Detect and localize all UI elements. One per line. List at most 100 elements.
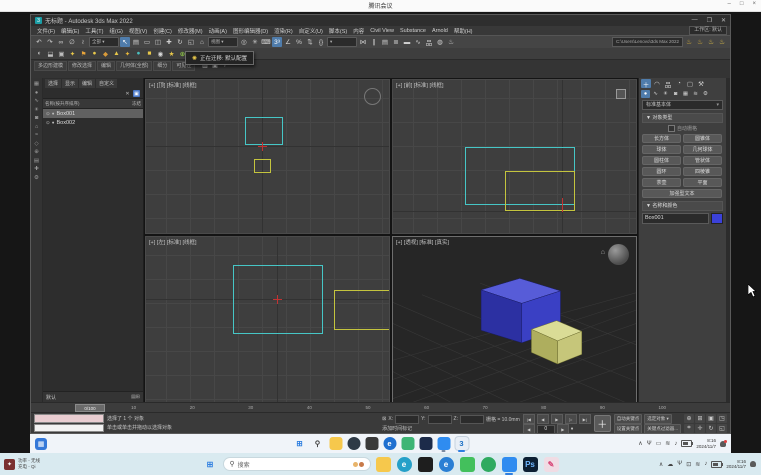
extra-tool-icon[interactable]: ★: [167, 49, 176, 58]
photoshop-app[interactable]: Ps: [523, 457, 538, 472]
key-mode-toggle-icon[interactable]: ♦: [571, 426, 574, 432]
display-shapes-icon[interactable]: ∿: [34, 99, 39, 105]
primitive-button[interactable]: 四棱锥: [683, 167, 722, 176]
widgets-icon[interactable]: ▦: [35, 438, 47, 450]
selection-lock-icon[interactable]: ⊠: [382, 416, 386, 422]
wechat-app[interactable]: [460, 457, 475, 472]
render-setup-icon[interactable]: ♨: [446, 37, 456, 47]
tencent-meeting-app[interactable]: [437, 437, 450, 450]
ribbon-panel[interactable]: 细分: [153, 61, 171, 71]
menu-item[interactable]: 编辑(E): [58, 27, 82, 35]
minimize-button[interactable]: —: [692, 17, 698, 24]
input-method-icon[interactable]: ⊡: [686, 461, 691, 468]
search-highlight-doodle[interactable]: [353, 462, 364, 467]
viewport-top[interactable]: [+] [顶] [标准] [线框]: [145, 79, 390, 234]
time-tag-field[interactable]: 添加时间标记: [382, 425, 412, 432]
y-coordinate-field[interactable]: [428, 415, 452, 424]
name-column-header[interactable]: 名称(按升序排序): [45, 101, 132, 107]
orbit-icon[interactable]: ↻: [706, 424, 716, 433]
maximize-button[interactable]: ❐: [707, 17, 712, 24]
add-icon[interactable]: ✚: [34, 167, 39, 173]
explorer-tab[interactable]: 显示: [62, 79, 78, 88]
previous-frame-button[interactable]: ◀: [523, 424, 535, 434]
viewport-perspective[interactable]: [+] [透视] [标准] [真实]: [392, 236, 637, 403]
extra-tool-icon[interactable]: ▣: [57, 49, 66, 58]
clock[interactable]: 8:16 2024/11/7: [696, 438, 716, 449]
reference-coordinate-dropdown[interactable]: 视图 ▾: [208, 37, 238, 47]
object-name-field[interactable]: Box001: [642, 213, 709, 224]
modify-tab-icon[interactable]: ◠: [652, 79, 662, 88]
edge-app-2[interactable]: e: [439, 457, 454, 472]
viewport-label[interactable]: [+] [前] [标准] [线框]: [396, 81, 444, 89]
previous-frame-button[interactable]: ◀: [537, 414, 549, 424]
explorer-tab[interactable]: 选择: [45, 79, 61, 88]
app-navy-square[interactable]: [419, 437, 432, 450]
render-production-teapot-icon[interactable]: ♨: [706, 37, 716, 47]
menu-item[interactable]: 脚本(S): [326, 27, 350, 35]
current-frame-field[interactable]: 0: [537, 425, 555, 434]
viewport-label[interactable]: [+] [透视] [标准] [真实]: [396, 238, 449, 246]
primitive-type-dropdown[interactable]: 标准基本体▾: [642, 100, 723, 110]
display-containers-icon[interactable]: ⊕: [34, 150, 39, 156]
volume-icon[interactable]: ♪: [704, 461, 707, 467]
hierarchy-tab-icon[interactable]: 品: [663, 79, 673, 88]
extra-tool-icon[interactable]: ✦: [123, 49, 132, 58]
extra-tool-icon[interactable]: ◉: [156, 49, 165, 58]
keyboard-shortcut-override-icon[interactable]: ⌨: [261, 37, 271, 47]
next-frame-button[interactable]: ▷: [565, 414, 577, 424]
next-frame-button[interactable]: ▶: [557, 424, 569, 434]
rectangular-selection-region-icon[interactable]: ▭: [142, 37, 152, 47]
display-cameras-icon[interactable]: ◙: [35, 116, 38, 122]
undo-icon[interactable]: ↶: [34, 37, 44, 47]
security-app[interactable]: [365, 437, 378, 450]
zoom-extents-icon[interactable]: ▣: [706, 414, 716, 423]
time-slider-handle[interactable]: 0/100: [75, 404, 105, 412]
display-bones-icon[interactable]: ◇: [34, 142, 38, 148]
lights-category-icon[interactable]: ☀: [661, 90, 670, 98]
select-and-place-icon[interactable]: ⌂: [197, 37, 207, 47]
close-button[interactable]: ✕: [721, 17, 726, 24]
name-color-rollout-header[interactable]: ▼ 名称和颜色: [642, 201, 723, 211]
extra-tool-icon[interactable]: ✦: [68, 49, 77, 58]
viewcube[interactable]: [608, 244, 629, 265]
extra-tool-icon[interactable]: ◆: [101, 49, 110, 58]
object-type-rollout-header[interactable]: ▼ 对象类型: [642, 113, 723, 123]
box002-wireframe[interactable]: [334, 290, 390, 330]
space-warps-category-icon[interactable]: ≋: [691, 90, 700, 98]
explorer-tab[interactable]: 编辑: [79, 79, 95, 88]
key-mode-dropdown[interactable]: 选定对象 ▾: [644, 414, 672, 424]
autogrid-checkbox[interactable]: [668, 125, 675, 132]
filter-icon[interactable]: ▣: [133, 90, 140, 97]
select-by-name-icon[interactable]: ▤: [131, 37, 141, 47]
display-icon[interactable]: ▭: [656, 440, 662, 447]
menu-item[interactable]: 帮助(H): [451, 27, 476, 35]
use-pivot-point-center-icon[interactable]: ◎: [239, 37, 249, 47]
battery-icon[interactable]: [681, 440, 692, 447]
material-editor-icon[interactable]: ◍: [435, 37, 445, 47]
align-icon[interactable]: ∥: [369, 37, 379, 47]
wifi-icon[interactable]: ≋: [695, 461, 700, 468]
file-explorer-app[interactable]: [329, 437, 342, 450]
ribbon-panel[interactable]: 编辑: [97, 61, 115, 71]
viewport-front[interactable]: [+] [前] [标准] [线框]: [392, 79, 637, 234]
zoom-extents-all-icon[interactable]: ◳: [717, 414, 727, 423]
power-widget[interactable]: ✦ 功率 - 无线 充电 - Qi: [4, 458, 40, 469]
zoom-icon[interactable]: ⊕: [684, 414, 694, 423]
maxscript-macro-row[interactable]: [34, 414, 104, 423]
go-to-start-button[interactable]: |◀: [523, 414, 535, 424]
menu-item[interactable]: Substance: [397, 28, 429, 34]
extra-tool-icon[interactable]: ■: [145, 49, 154, 58]
explorer-footer-label[interactable]: 默认: [46, 394, 56, 401]
zoom-region-icon[interactable]: ⌗: [684, 424, 694, 433]
rendered-frame-window-icon[interactable]: ♨: [695, 37, 705, 47]
menu-item[interactable]: 视图(V): [126, 27, 150, 35]
app-dark-square[interactable]: [418, 457, 433, 472]
tray-expand-icon[interactable]: ∧: [659, 461, 663, 468]
primitive-button[interactable]: 球体: [642, 145, 681, 154]
primitive-button[interactable]: 圆柱体: [642, 156, 681, 165]
panel-scrollbar[interactable]: [726, 78, 730, 402]
selection-filter-dropdown[interactable]: 全部 ▾: [89, 37, 119, 47]
notification-bell-icon[interactable]: [750, 461, 756, 467]
auto-key-button[interactable]: 自动关键点: [614, 414, 643, 424]
go-to-end-button[interactable]: ▶|: [579, 414, 591, 424]
